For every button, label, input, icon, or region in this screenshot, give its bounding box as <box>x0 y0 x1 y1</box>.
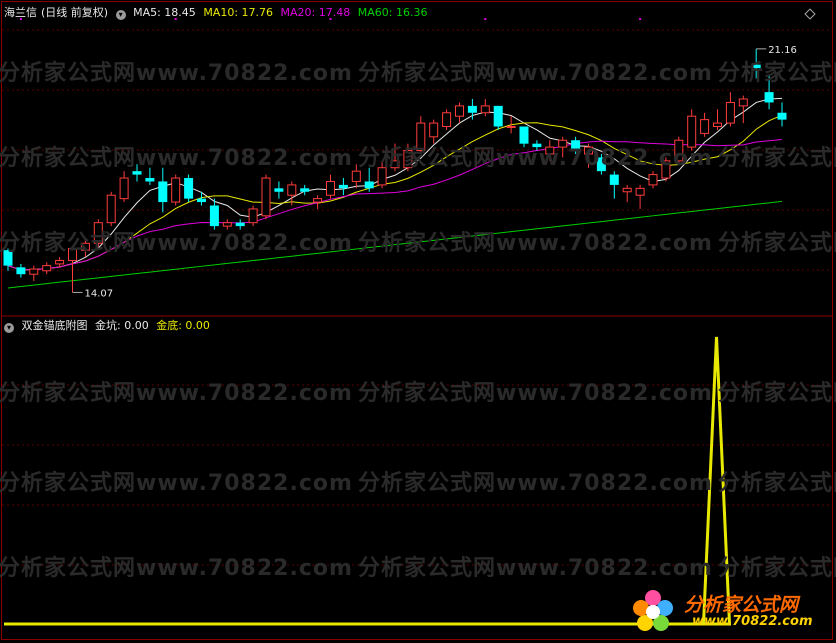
indicator-name: 双金锚底附图 <box>21 319 88 332</box>
candle-body <box>132 171 142 175</box>
candle-body <box>455 105 464 117</box>
candle-body <box>300 188 310 192</box>
candle-body <box>480 105 490 114</box>
sub-panel-legend: ▾ 双金锚底附图 金坑: 0.00 金底: 0.00 <box>4 318 214 334</box>
candle-body <box>338 184 348 189</box>
candle-body <box>326 180 335 196</box>
candle-body <box>596 157 606 172</box>
candle-body <box>416 122 426 152</box>
candle-body <box>377 167 387 186</box>
candle-body <box>93 222 103 244</box>
candle-body <box>184 178 194 199</box>
candle-body <box>80 242 90 251</box>
candle-body <box>313 198 323 203</box>
logo-name: 分析家公式网 <box>684 594 799 616</box>
candle-body <box>16 267 26 275</box>
ma5-label: MA5: 18.45 <box>133 6 196 19</box>
candle-body <box>403 150 413 169</box>
ma10-label: MA10: 17.76 <box>203 6 274 19</box>
candle-body <box>119 177 129 200</box>
candle-body <box>351 170 361 182</box>
candle-body <box>248 208 258 224</box>
stock-name: 海兰信 <box>4 6 37 19</box>
candle-body <box>158 181 168 203</box>
candle-body <box>584 146 593 155</box>
candle-body <box>429 122 439 138</box>
main-panel-legend: 海兰信 (日线 前复权) ▾ MA5: 18.45 MA10: 17.76 MA2… <box>4 5 431 21</box>
candle-body <box>261 177 271 217</box>
candle-body <box>609 174 619 185</box>
candle-body <box>738 98 748 107</box>
candle-body <box>648 174 658 186</box>
ma60-line <box>7 200 783 289</box>
candle-body <box>674 139 684 162</box>
candle-body <box>55 259 65 265</box>
candle-body <box>3 250 13 266</box>
candle-body <box>106 194 116 224</box>
candle-body <box>506 125 516 128</box>
low-marker-label: 14.07 <box>85 288 114 299</box>
sub-settings-circle-icon[interactable]: ▾ <box>4 323 14 333</box>
candle-body <box>467 105 477 113</box>
ma60-label: MA60: 16.36 <box>357 6 428 19</box>
candle-body <box>571 140 581 151</box>
logo-url: www.70822.com <box>692 614 813 629</box>
candle-body <box>725 101 735 124</box>
candle-body <box>29 268 39 275</box>
candle-body <box>635 187 645 196</box>
candle-body <box>145 178 155 182</box>
candle-body <box>661 160 671 179</box>
candle-body <box>274 188 284 192</box>
candle-body <box>700 119 710 134</box>
candle-body <box>364 181 374 189</box>
stock-chart-window: { "main_panel": { "stock_name": "海兰信", "… <box>0 0 836 643</box>
candle-body <box>622 187 632 193</box>
candle-body <box>558 139 568 148</box>
candle-body <box>532 143 542 148</box>
candle-body <box>209 205 219 227</box>
settings-circle-icon[interactable]: ▾ <box>115 10 126 20</box>
jinkeng-label: 金坑: 0.00 <box>95 319 149 332</box>
candle-body <box>687 115 697 148</box>
period-label: (日线 前复权) <box>41 6 109 19</box>
candle-body <box>222 222 232 227</box>
high-marker-label: 21.16 <box>768 45 797 56</box>
ma20-label: MA20: 17.48 <box>280 6 351 19</box>
top-marker-dot <box>484 18 487 20</box>
candle-body <box>545 146 555 155</box>
candle-body <box>764 92 774 103</box>
candle-body <box>235 222 245 227</box>
jindi-label: 金底: 0.00 <box>156 319 210 332</box>
candle-body <box>493 105 503 127</box>
jindi-line <box>4 336 732 626</box>
candle-body <box>777 112 787 120</box>
candle-body <box>390 160 400 169</box>
candle-body <box>171 177 181 203</box>
candle-body <box>713 122 722 127</box>
flower-logo-icon <box>633 590 673 631</box>
site-logo: 分析家公式网 www.70822.com <box>628 586 828 636</box>
candle-body <box>42 265 52 272</box>
top-marker-dot <box>639 18 642 20</box>
candle-body <box>287 184 297 196</box>
candle-body <box>442 112 452 127</box>
candle-body <box>519 126 529 144</box>
candle-body <box>68 247 77 261</box>
candle-body <box>197 198 206 203</box>
candle-body <box>751 64 761 69</box>
